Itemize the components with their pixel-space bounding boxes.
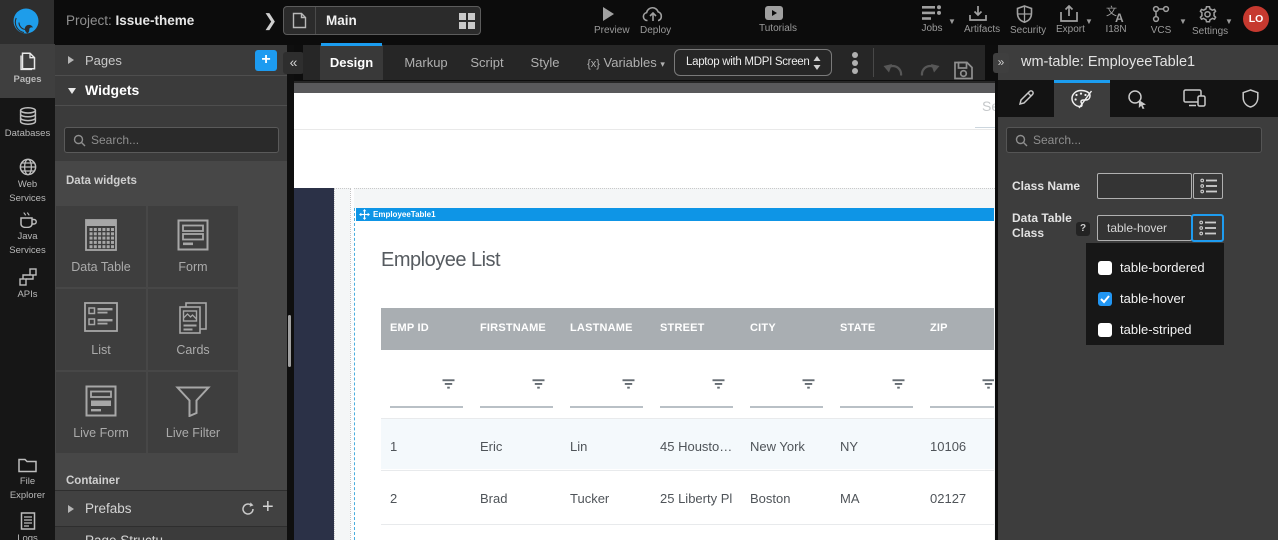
svg-text:A: A bbox=[1115, 11, 1124, 22]
